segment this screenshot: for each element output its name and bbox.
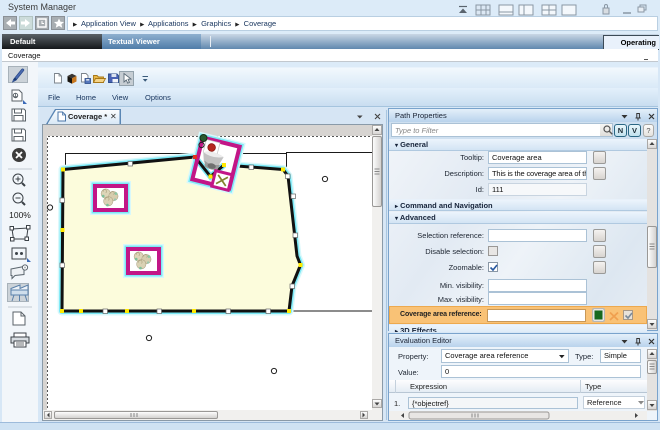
svg-text:100%: 100%	[9, 210, 31, 220]
